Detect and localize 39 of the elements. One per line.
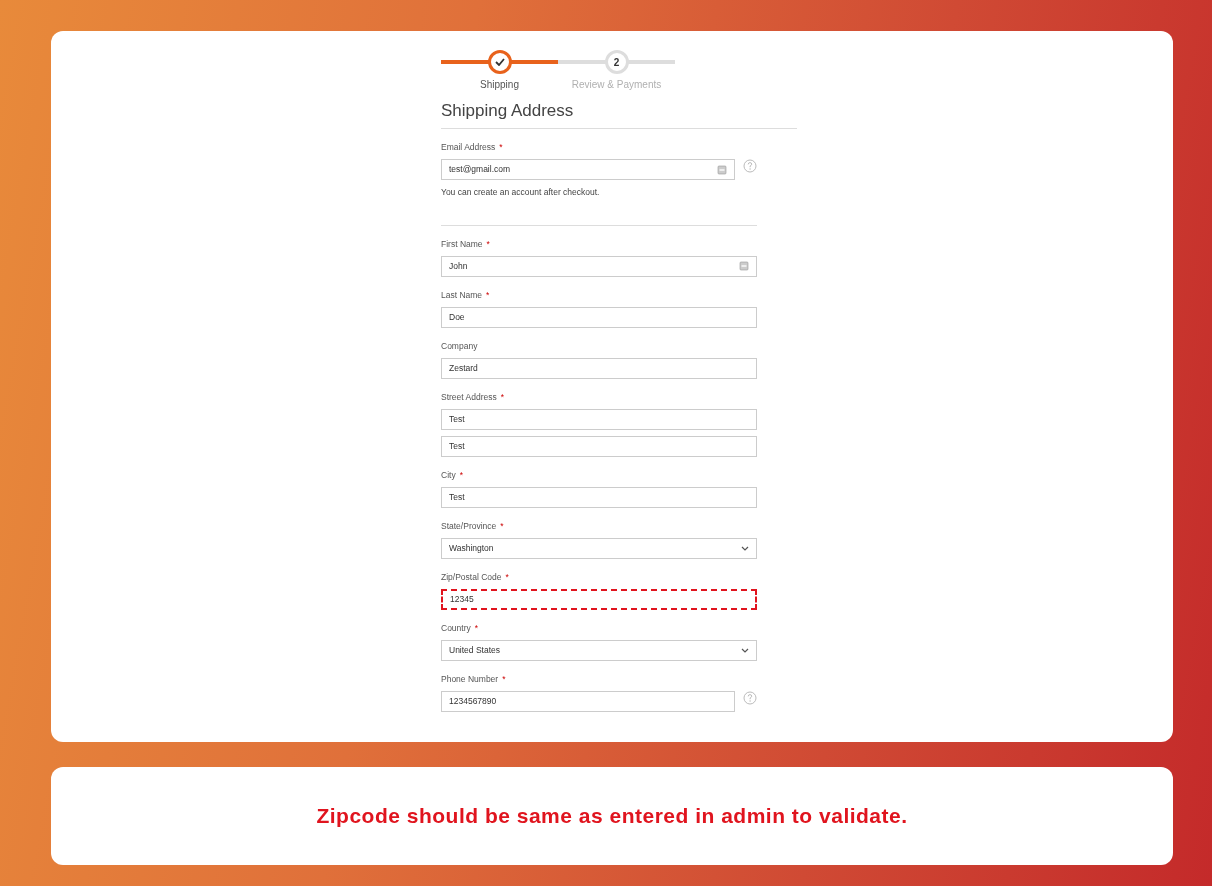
field-label: Company (441, 340, 478, 351)
input-field[interactable]: Test (441, 435, 757, 457)
select-field[interactable]: Washington (441, 537, 757, 559)
section-heading: Shipping Address (441, 100, 797, 129)
input-field[interactable]: Test (441, 486, 757, 508)
input-field[interactable]: test@gmail.com (441, 159, 735, 180)
required-mark: * (459, 469, 463, 480)
required-mark: * (474, 622, 479, 633)
field-note: You can create an account after checkout. (441, 186, 601, 199)
required-mark: * (486, 238, 490, 249)
input-field[interactable]: Zestard (441, 357, 757, 379)
caption-text: Zipcode should be same as entered in admin to validate. (316, 803, 908, 830)
input-field[interactable]: John (441, 255, 757, 277)
required-mark: * (499, 142, 503, 152)
field-label: State/Province (441, 520, 497, 531)
field-label: First Name (441, 238, 483, 249)
step-circle: 2 (604, 50, 629, 74)
step-label: Review & Payments (570, 78, 663, 92)
select-field[interactable]: United States (441, 639, 757, 661)
field-label: City (441, 469, 456, 480)
input-field[interactable]: 1234567890 (441, 690, 735, 712)
required-mark: * (505, 571, 509, 582)
field-label: Street Address (441, 391, 497, 402)
required-mark: * (486, 289, 490, 300)
input-field[interactable]: Test (441, 408, 757, 430)
field-label: Last Name (441, 289, 483, 300)
chevron-down-icon (741, 545, 749, 551)
required-mark: * (502, 673, 506, 684)
check-icon (494, 58, 505, 66)
field-label: Phone Number (441, 673, 499, 684)
input-field[interactable]: 12345 (441, 588, 757, 610)
required-mark: * (500, 391, 505, 402)
required-mark: * (500, 520, 504, 531)
step-label: Shipping (479, 78, 520, 92)
chevron-down-icon (741, 647, 749, 653)
field-label: Country (441, 622, 471, 633)
field-label: Zip/Postal Code (441, 571, 502, 582)
input-field[interactable]: Doe (441, 306, 757, 328)
field-label: Email Address (441, 142, 496, 152)
